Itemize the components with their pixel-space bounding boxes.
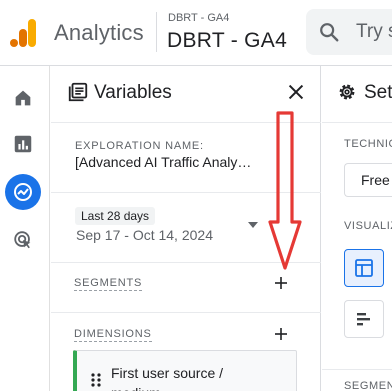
app-title: Analytics (54, 20, 144, 45)
variables-icon (68, 82, 88, 102)
divider (322, 369, 392, 370)
search-bar[interactable]: Try s (306, 9, 392, 55)
left-nav (0, 66, 50, 391)
settings-title: Set (364, 82, 392, 103)
technique-value: Free (361, 172, 390, 188)
nav-advertising[interactable] (5, 222, 41, 258)
visualization-label: VISUALIZ (344, 220, 392, 232)
add-dimension-icon[interactable] (274, 327, 288, 341)
nav-home[interactable] (5, 80, 41, 116)
home-icon (15, 90, 31, 106)
date-preset-chip[interactable]: Last 28 days (75, 207, 156, 225)
nav-reports[interactable] (5, 126, 41, 162)
technique-select[interactable]: Free (344, 163, 392, 197)
analytics-logo-icon[interactable] (9, 18, 37, 48)
dimension-label: First user source / medium (111, 363, 271, 391)
segment-comparison-label: SEGMEN (344, 380, 392, 391)
settings-panel: Set TECHNIC Free VISUALIZ SEGMEN (322, 66, 392, 391)
dimension-chip[interactable]: First user source / medium (73, 350, 297, 391)
gear-icon (339, 84, 355, 100)
variables-title: Variables (94, 82, 172, 103)
add-segment-icon[interactable] (274, 276, 288, 290)
viz-bar-button[interactable] (344, 300, 384, 338)
exploration-name-label: EXPLORATION NAME: (75, 140, 204, 152)
reports-icon (14, 135, 32, 153)
technique-label: TECHNIC (344, 138, 392, 150)
close-icon[interactable] (285, 81, 307, 103)
header-divider (156, 12, 157, 52)
dimension-label-line2: medium (111, 385, 161, 391)
nav-explore[interactable] (5, 174, 41, 210)
advertising-icon (14, 231, 31, 249)
bar-chart-icon (357, 313, 370, 326)
viz-table-button[interactable] (344, 249, 384, 287)
exploration-name-field[interactable]: [Advanced AI Traffic Analy… (75, 154, 251, 170)
explore-icon (14, 183, 32, 201)
divider (51, 312, 321, 313)
dimension-label-line1: First user source / (111, 365, 224, 381)
chevron-down-icon[interactable] (248, 222, 258, 228)
account-breadcrumb[interactable]: DBRT - GA4 (168, 12, 229, 24)
annotation-arrow-icon (268, 111, 302, 270)
segments-label: SEGMENTS (74, 277, 143, 291)
dimensions-label: DIMENSIONS (74, 328, 152, 342)
divider (322, 122, 392, 123)
drag-handle-icon[interactable] (91, 373, 101, 387)
table-icon (355, 259, 373, 277)
search-input[interactable]: Try s (356, 21, 392, 43)
search-icon (320, 23, 339, 42)
date-range-text[interactable]: Sep 17 - Oct 14, 2024 (76, 227, 213, 243)
top-bar: Analytics DBRT - GA4 DBRT - GA4 Try s (0, 0, 392, 66)
property-selector[interactable]: DBRT - GA4 (167, 29, 287, 53)
